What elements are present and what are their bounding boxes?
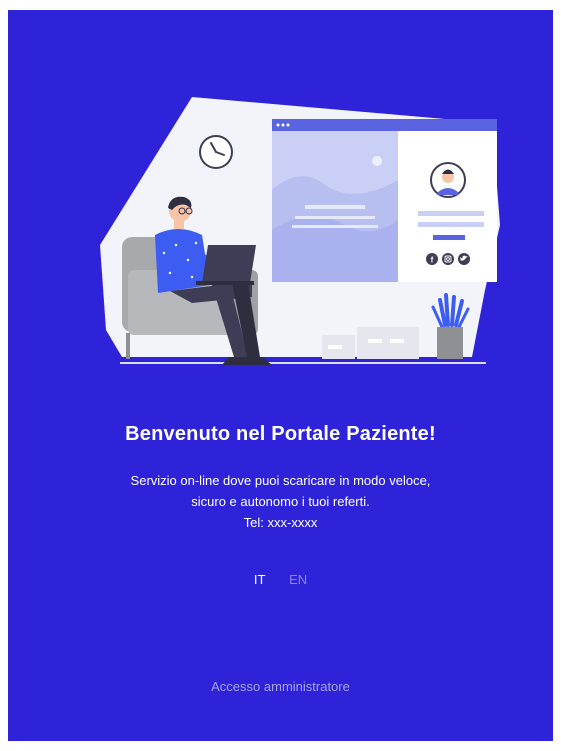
language-option-en[interactable]: EN [289, 572, 307, 587]
admin-access-link[interactable]: Accesso amministratore [8, 679, 553, 694]
twitter-icon [458, 253, 470, 265]
description-line-2: sicuro e autonomo i tuoi referti. [191, 494, 370, 509]
instagram-icon [442, 253, 454, 265]
clock-icon [199, 135, 233, 169]
svg-text:f: f [431, 256, 434, 265]
person-at-laptop-illustration: f [100, 97, 500, 365]
facebook-icon: f [426, 253, 438, 265]
welcome-description: Servizio on-line dove puoi scaricare in … [8, 470, 553, 533]
language-switcher: IT EN [8, 572, 553, 587]
welcome-panel: f Benvenuto nel Portale Paziente! Serviz… [8, 10, 553, 741]
phone-number: Tel: xxx-xxxx [243, 515, 318, 530]
language-option-it[interactable]: IT [254, 572, 266, 587]
browser-window: f [272, 119, 497, 282]
welcome-title: Benvenuto nel Portale Paziente! [125, 423, 436, 445]
description-line-1: Servizio on-line dove puoi scaricare in … [130, 473, 431, 488]
